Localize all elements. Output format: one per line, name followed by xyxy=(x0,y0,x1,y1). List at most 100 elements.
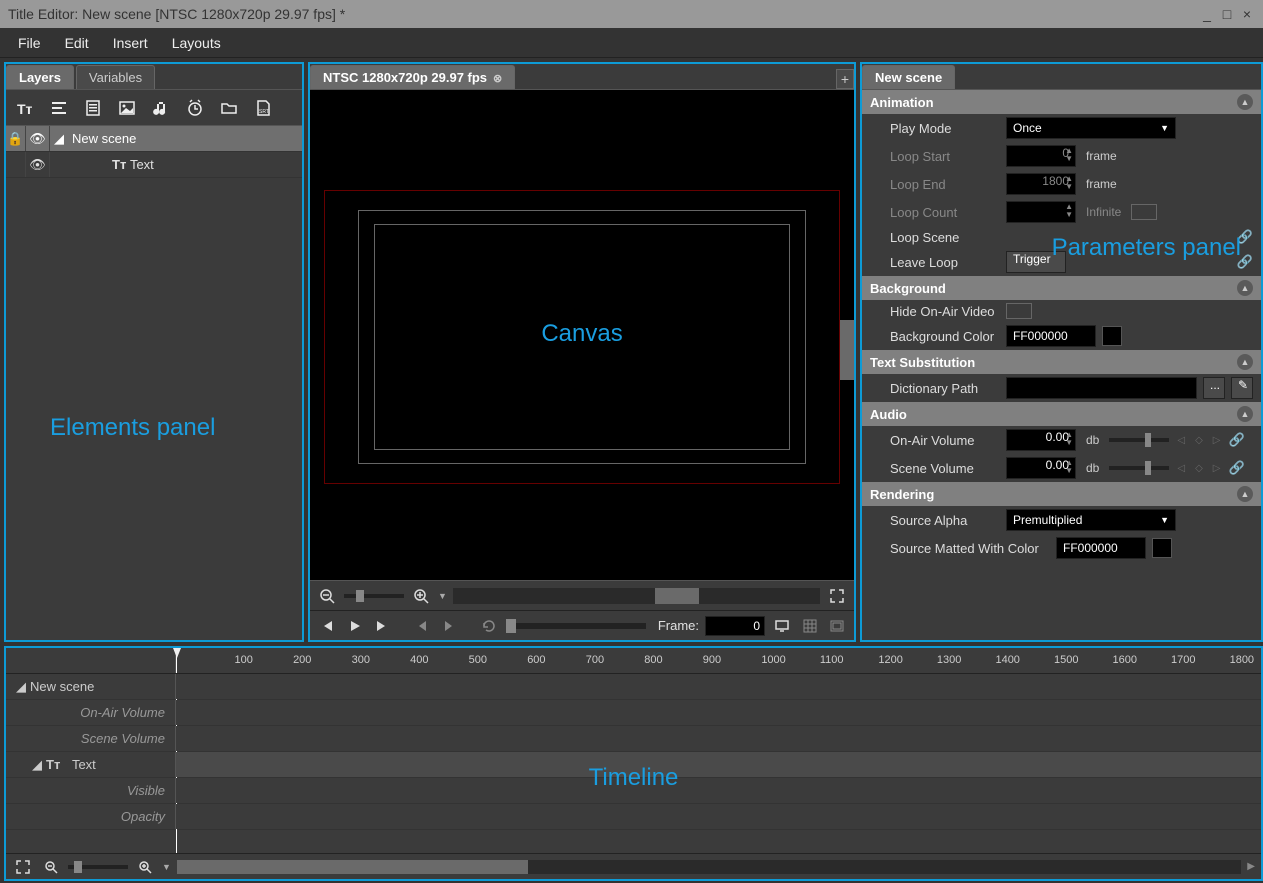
tab-layers[interactable]: Layers xyxy=(6,65,74,89)
minimize-icon[interactable]: _ xyxy=(1199,6,1215,22)
loop-count-input[interactable]: ▲▼ xyxy=(1006,201,1076,223)
collapse-icon[interactable]: ▲ xyxy=(1237,280,1253,296)
matte-input[interactable] xyxy=(1056,537,1146,559)
bg-color-swatch[interactable] xyxy=(1102,326,1122,346)
onair-vol-input[interactable]: 0.00▲▼ xyxy=(1006,429,1076,451)
section-textsub[interactable]: Text Substitution▲ xyxy=(862,350,1261,374)
chevron-down-icon[interactable]: ◢ xyxy=(32,757,42,773)
play-mode-select[interactable]: Once▼ xyxy=(1006,117,1176,139)
loop-start-input[interactable]: 0▲▼ xyxy=(1006,145,1076,167)
collapse-icon[interactable]: ▲ xyxy=(1237,406,1253,422)
timeline-row-onair[interactable]: On-Air Volume xyxy=(6,700,1261,726)
menu-file[interactable]: File xyxy=(6,31,53,55)
chevron-down-icon[interactable]: ◢ xyxy=(54,131,64,147)
canvas-tab[interactable]: NTSC 1280x720p 29.97 fps⊗ xyxy=(310,65,515,89)
folder-tool-icon[interactable] xyxy=(214,93,244,123)
scene-vol-slider[interactable] xyxy=(1109,466,1169,470)
scroll-right-icon[interactable]: ▶ xyxy=(1247,861,1255,872)
eye-icon[interactable]: 👁 xyxy=(29,131,46,147)
timeline-row-opacity[interactable]: Opacity xyxy=(6,804,1261,830)
srt-tool-icon[interactable]: SRT xyxy=(248,93,278,123)
list-tool-icon[interactable] xyxy=(78,93,108,123)
timeline-row-scenevol[interactable]: Scene Volume xyxy=(6,726,1261,752)
layer-text[interactable]: 👁 Tᴛ Text xyxy=(6,152,302,178)
link-icon[interactable]: 🔗 xyxy=(1237,229,1253,245)
goto-end-icon[interactable] xyxy=(371,615,393,637)
timeline-hscroll[interactable] xyxy=(177,860,1241,874)
image-tool-icon[interactable] xyxy=(112,93,142,123)
fullscreen-icon[interactable] xyxy=(826,585,848,607)
bg-color-input[interactable] xyxy=(1006,325,1096,347)
tab-variables[interactable]: Variables xyxy=(76,65,155,89)
add-tab-button[interactable]: + xyxy=(836,69,854,89)
play-icon[interactable] xyxy=(344,615,366,637)
edit-button[interactable]: ✎ xyxy=(1231,377,1253,399)
clock-tool-icon[interactable] xyxy=(180,93,210,123)
key-next-icon[interactable]: ▷ xyxy=(1211,435,1223,446)
infinite-checkbox[interactable] xyxy=(1131,204,1157,220)
key-next-icon[interactable]: ▷ xyxy=(1211,463,1223,474)
section-background[interactable]: Background▲ xyxy=(862,276,1261,300)
link-icon[interactable]: 🔗 xyxy=(1228,432,1244,448)
key-prev-icon[interactable]: ◁ xyxy=(1175,463,1187,474)
timeline-ruler[interactable]: 1002003004005006007008009001000110012001… xyxy=(6,648,1261,674)
loop-icon[interactable] xyxy=(478,615,500,637)
section-rendering[interactable]: Rendering▲ xyxy=(862,482,1261,506)
zoom-slider[interactable] xyxy=(344,594,404,598)
section-animation[interactable]: Animation▲ xyxy=(862,90,1261,114)
text-tool-icon[interactable]: Tᴛ xyxy=(10,93,40,123)
scene-vol-input[interactable]: 0.00▲▼ xyxy=(1006,457,1076,479)
maximize-icon[interactable]: □ xyxy=(1219,6,1235,22)
next-frame-icon[interactable] xyxy=(439,615,461,637)
tl-zoom-out-icon[interactable] xyxy=(40,856,62,878)
prev-frame-icon[interactable] xyxy=(411,615,433,637)
link-icon[interactable]: 🔗 xyxy=(1237,254,1253,270)
params-tab[interactable]: New scene xyxy=(862,65,955,89)
timeline-row-visible[interactable]: Visible xyxy=(6,778,1261,804)
safe-icon[interactable] xyxy=(826,615,848,637)
dict-path-input[interactable] xyxy=(1006,377,1197,399)
close-icon[interactable]: × xyxy=(1239,6,1255,22)
collapse-icon[interactable]: ▲ xyxy=(1237,354,1253,370)
zoom-out-icon[interactable] xyxy=(316,585,338,607)
collapse-icon[interactable]: ▲ xyxy=(1237,94,1253,110)
vscroll-thumb[interactable] xyxy=(840,320,854,380)
lock-icon[interactable]: 🔒 xyxy=(7,131,23,147)
canvas-hscroll[interactable] xyxy=(453,588,820,604)
close-tab-icon[interactable]: ⊗ xyxy=(493,73,502,85)
timeline-row-text[interactable]: ◢Tᴛ Text xyxy=(6,752,1261,778)
key-prev-icon[interactable]: ◁ xyxy=(1175,435,1187,446)
matte-swatch[interactable] xyxy=(1152,538,1172,558)
menu-layouts[interactable]: Layouts xyxy=(160,31,233,55)
tl-zoom-slider[interactable] xyxy=(68,865,128,869)
menu-edit[interactable]: Edit xyxy=(53,31,101,55)
eye-icon[interactable]: 👁 xyxy=(29,157,46,173)
section-audio[interactable]: Audio▲ xyxy=(862,402,1261,426)
key-icon[interactable]: ◇ xyxy=(1193,463,1205,474)
scrub-slider[interactable] xyxy=(506,623,646,629)
loop-end-input[interactable]: 1800▲▼ xyxy=(1006,173,1076,195)
audio-tool-icon[interactable] xyxy=(146,93,176,123)
zoom-dropdown-icon[interactable]: ▼ xyxy=(162,862,171,872)
key-icon[interactable]: ◇ xyxy=(1193,435,1205,446)
link-icon[interactable]: 🔗 xyxy=(1228,460,1244,476)
onair-vol-slider[interactable] xyxy=(1109,438,1169,442)
browse-button[interactable]: ... xyxy=(1203,377,1225,399)
alpha-select[interactable]: Premultiplied▼ xyxy=(1006,509,1176,531)
leave-loop-button[interactable]: Trigger xyxy=(1006,251,1066,273)
monitor-icon[interactable] xyxy=(771,615,793,637)
layer-root[interactable]: 🔒 👁 ◢ New scene xyxy=(6,126,302,152)
chevron-down-icon[interactable]: ◢ xyxy=(16,679,26,695)
tl-zoom-in-icon[interactable] xyxy=(134,856,156,878)
grid-icon[interactable] xyxy=(799,615,821,637)
collapse-icon[interactable]: ▲ xyxy=(1237,486,1253,502)
frame-input[interactable] xyxy=(705,616,765,636)
zoom-dropdown-icon[interactable]: ▼ xyxy=(438,591,447,601)
timeline-row-scene[interactable]: ◢New scene xyxy=(6,674,1261,700)
fit-icon[interactable] xyxy=(12,856,34,878)
hide-onair-checkbox[interactable] xyxy=(1006,303,1032,319)
goto-start-icon[interactable] xyxy=(316,615,338,637)
menu-insert[interactable]: Insert xyxy=(101,31,160,55)
zoom-in-icon[interactable] xyxy=(410,585,432,607)
canvas-area[interactable]: Canvas xyxy=(310,90,854,580)
